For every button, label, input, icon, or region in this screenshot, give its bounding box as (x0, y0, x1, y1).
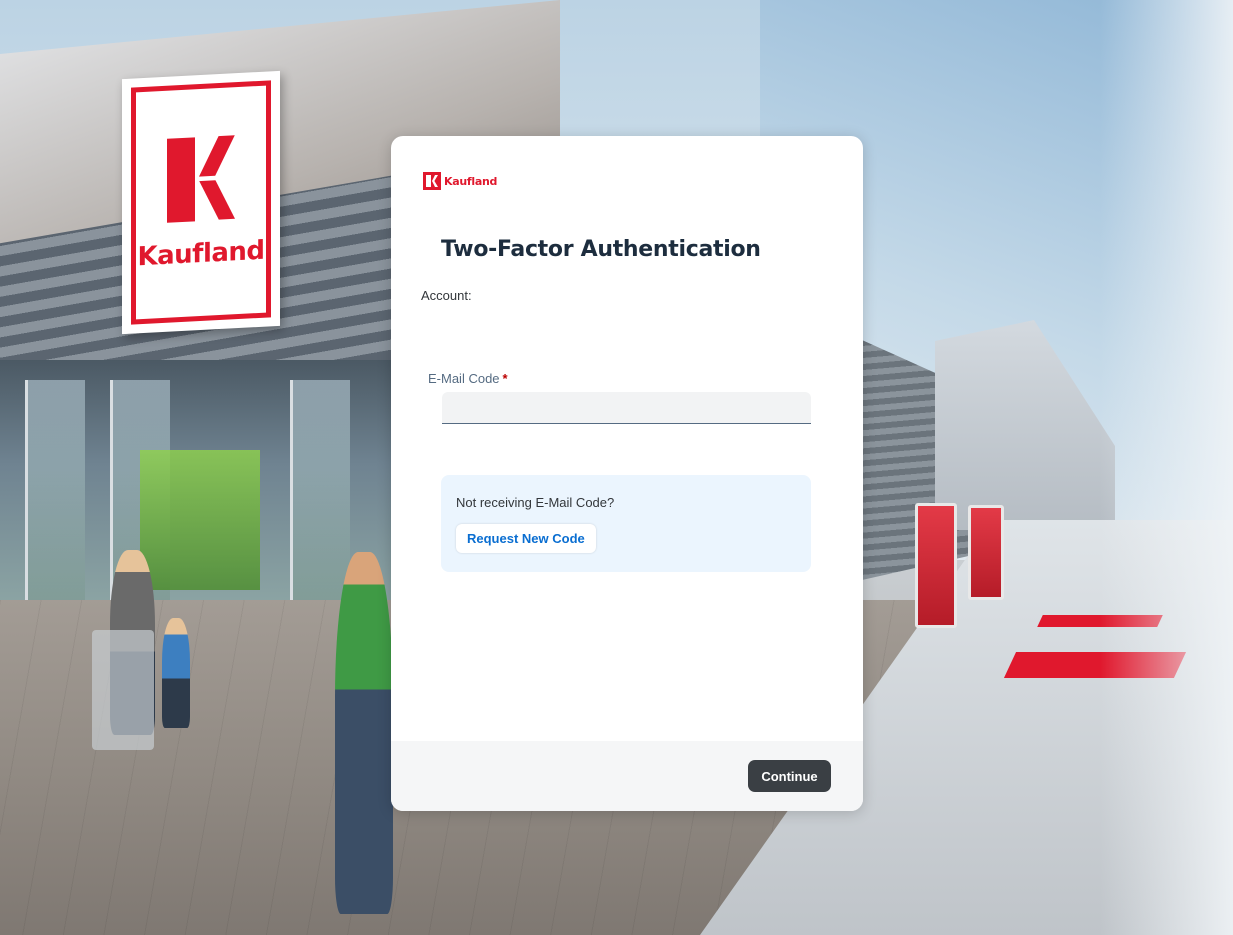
ev-charger (915, 503, 957, 628)
storefront-windows (0, 360, 395, 620)
kaufland-logo: Kaufland (423, 172, 497, 190)
email-code-label-text: E-Mail Code (428, 371, 500, 386)
two-factor-dialog: Kaufland Two-Factor Authentication Accou… (391, 136, 863, 811)
window (25, 380, 85, 600)
background-fade (1100, 0, 1233, 935)
continue-button[interactable]: Continue (748, 760, 831, 792)
dialog-footer: Continue (391, 741, 863, 811)
child-figure (162, 618, 190, 728)
man-figure (335, 552, 393, 914)
request-new-code-button[interactable]: Request New Code (456, 524, 596, 553)
shopping-cart (92, 630, 154, 750)
resend-info-box: Not receiving E-Mail Code? Request New C… (441, 475, 811, 572)
kaufland-store-sign: Kaufland (122, 70, 280, 335)
logo-text: Kaufland (444, 174, 498, 188)
sign-text: Kaufland (137, 235, 265, 272)
window (290, 380, 350, 600)
kaufland-k-icon (423, 172, 441, 190)
kaufland-logo-icon (167, 135, 235, 223)
resend-info-text: Not receiving E-Mail Code? (456, 495, 615, 510)
email-code-label: E-Mail Code * (428, 371, 508, 386)
email-code-input[interactable] (442, 392, 811, 424)
required-marker: * (502, 371, 508, 386)
page-title: Two-Factor Authentication (441, 237, 761, 262)
store-interior (140, 450, 260, 590)
ev-charger (968, 505, 1004, 600)
account-label: Account: (421, 288, 472, 303)
